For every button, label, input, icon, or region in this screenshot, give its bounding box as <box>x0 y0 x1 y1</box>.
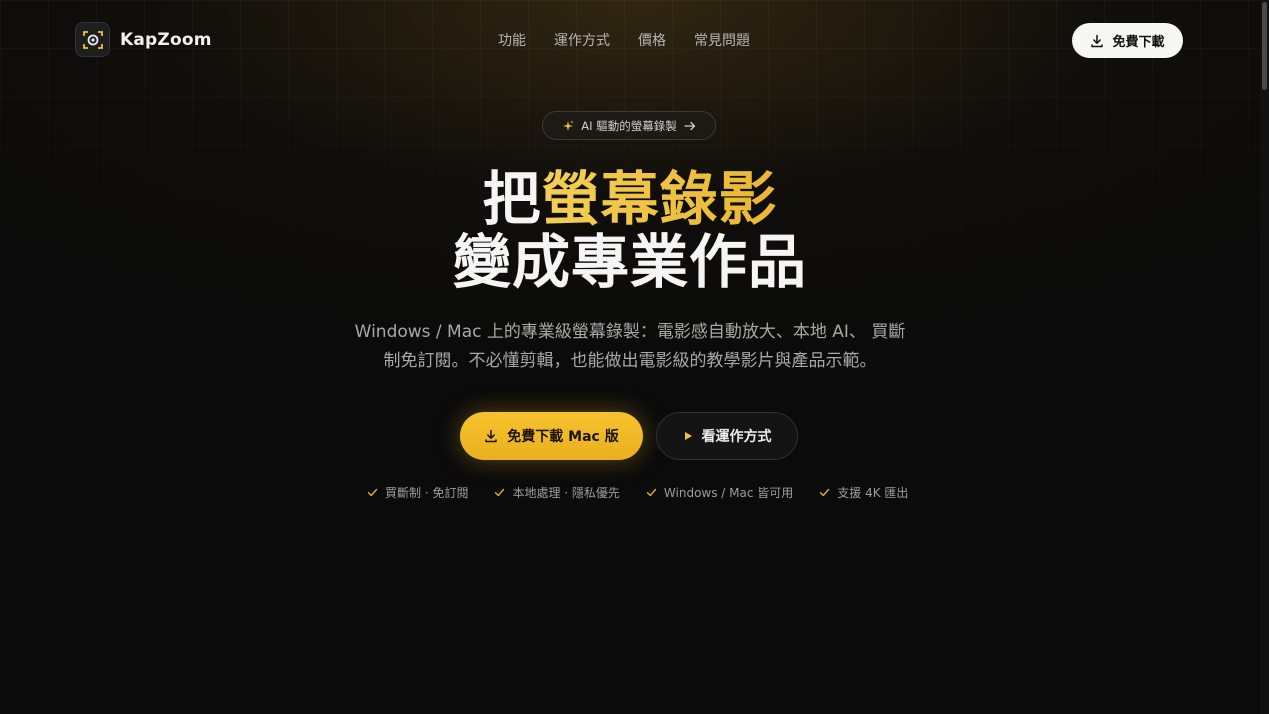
badge-label: AI 驅動的螢幕錄製 <box>581 118 677 133</box>
hero-title-white: 把 <box>482 165 542 233</box>
nav-link-pricing[interactable]: 價格 <box>638 30 666 50</box>
nav-download-button[interactable]: 免費下載 <box>1072 23 1183 58</box>
brand-name: KapZoom <box>120 29 212 50</box>
check-icon <box>820 488 830 497</box>
feature-label: Windows / Mac 皆可用 <box>663 486 794 500</box>
arrow-right-icon <box>684 121 695 130</box>
how-it-works-label: 看運作方式 <box>701 429 772 445</box>
play-icon <box>684 432 692 440</box>
sparkle-icon <box>563 120 574 131</box>
camera-logo-icon <box>75 22 110 57</box>
download-mac-button[interactable]: 免費下載 Mac 版 <box>460 412 643 460</box>
check-icon <box>367 488 378 497</box>
page-scrollbar[interactable] <box>1260 0 1269 714</box>
feature-label: 本地處理 · 隱私優先 <box>512 486 620 500</box>
brand[interactable]: KapZoom <box>75 22 212 57</box>
feature-item: 支援 4K 匯出 <box>819 484 908 501</box>
nav-link-features[interactable]: 功能 <box>498 30 526 50</box>
check-icon <box>646 488 657 497</box>
feature-item: Windows / Mac 皆可用 <box>646 484 793 501</box>
feature-list: 買斷制 · 免訂閱 本地處理 · 隱私優先 Windows / Mac 皆可用 … <box>367 484 908 501</box>
nav-download-label: 免費下載 <box>1112 35 1165 50</box>
how-it-works-button[interactable]: 看運作方式 <box>656 412 798 460</box>
top-nav: KapZoom 功能 運作方式 價格 常見問題 免費下載 <box>0 0 1260 80</box>
check-icon <box>495 488 505 497</box>
scrollbar-thumb[interactable] <box>1262 2 1267 90</box>
nav-link-how-it-works[interactable]: 運作方式 <box>554 30 610 50</box>
landing-page: KapZoom 功能 運作方式 價格 常見問題 免費下載 AI 驅動的螢幕錄製 … <box>0 0 1269 714</box>
hero-title-line1: 把螢幕錄影 <box>0 166 1260 232</box>
hero-title-highlight: 螢幕錄影 <box>541 165 778 233</box>
download-icon <box>485 429 498 443</box>
feature-label: 支援 4K 匯出 <box>837 486 909 500</box>
feature-label: 買斷制 · 免訂閱 <box>385 486 469 500</box>
hero-title-line2: 變成專業作品 <box>452 228 807 296</box>
feature-item: 買斷制 · 免訂閱 <box>367 484 468 501</box>
hero-subtitle-line2: 制免訂閱。不必懂剪輯，也能做出電影級的教學影片與產品示範。 <box>383 351 877 371</box>
nav-link-faq[interactable]: 常見問題 <box>694 30 750 50</box>
feature-item: 本地處理 · 隱私優先 <box>494 484 620 501</box>
ai-badge[interactable]: AI 驅動的螢幕錄製 <box>542 111 716 140</box>
hero-subtitle-line1: Windows / Mac 上的專業級螢幕錄製：電影感自動放大、本地 AI、 買… <box>354 322 906 342</box>
download-mac-label: 免費下載 Mac 版 <box>507 429 619 445</box>
nav-links: 功能 運作方式 價格 常見問題 <box>498 30 750 50</box>
download-icon <box>1091 34 1104 47</box>
